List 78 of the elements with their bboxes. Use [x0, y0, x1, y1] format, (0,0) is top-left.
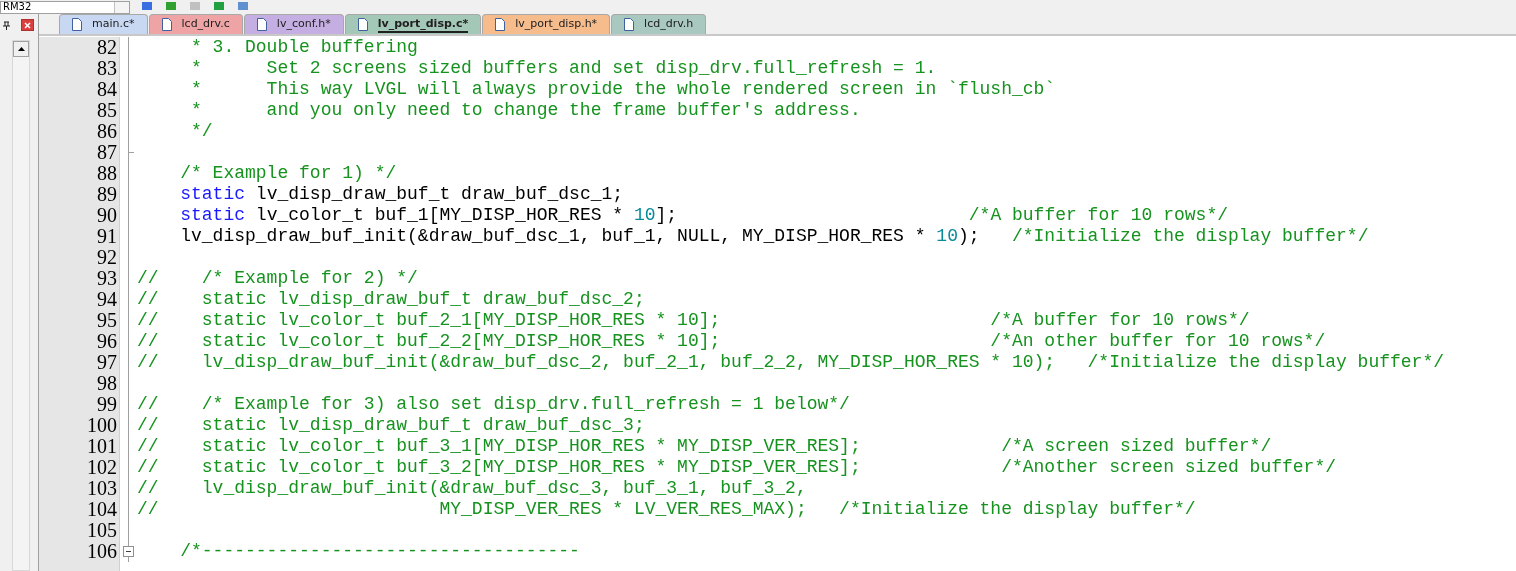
file-tab[interactable]: lv_port_disp.h*	[482, 14, 611, 34]
line-number: 100	[86, 415, 118, 436]
close-button[interactable]	[21, 19, 34, 31]
code-text: lv_disp_draw_buf_t draw_buf_dsc_1;	[254, 184, 624, 204]
up-arrow-icon	[17, 47, 25, 51]
line-number: 98	[96, 373, 118, 394]
code-comment: // /* Example for 3) also set disp_drv.full_refresh = 1 below*/	[137, 394, 850, 414]
line-number: 92	[96, 247, 118, 268]
line-number: 102	[86, 457, 118, 478]
code-comment: // static lv_color_t buf_2_2[MY_DISP_HOR_RES * 10]; /*An other buffer for 10 rows*/	[137, 331, 1326, 351]
file-icon	[495, 18, 506, 31]
line-number: 106	[86, 541, 118, 562]
code-text: );	[957, 226, 981, 246]
line-number: 86	[96, 121, 118, 142]
code-comment: // lv_disp_draw_buf_init(&draw_buf_dsc_2, buf_2_1, buf_2_2, MY_DISP_HOR_RES * 10); /*Initialize the display buffer*/	[137, 352, 1444, 372]
file-icon	[357, 18, 368, 31]
line-number: 90	[96, 205, 118, 226]
file-icon	[256, 18, 267, 31]
file-icon	[72, 18, 82, 31]
line-number: 95	[96, 310, 118, 331]
toolbar-icon[interactable]	[140, 2, 154, 12]
code-comment: /* Example for 1) */	[179, 163, 397, 183]
code-comment: // MY_DISP_VER_RES * LV_VER_RES_MAX); /*Initialize the display buffer*/	[137, 499, 1196, 519]
line-number: 104	[86, 499, 118, 520]
file-tab[interactable]: lcd_drv.c	[148, 14, 243, 34]
code-comment: * Set 2 screens sized buffers and set disp_drv.full_refresh = 1.	[190, 58, 937, 78]
code-comment: // static lv_color_t buf_3_2[MY_DISP_HOR_RES * MY_DISP_VER_RES]; /*Another screen sized buffer*/	[137, 457, 1336, 477]
code-comment: // lv_disp_draw_buf_init(&draw_buf_dsc_3, buf_3_1, buf_3_2,	[137, 478, 807, 498]
line-number: 82	[96, 37, 118, 58]
code-comment: * This way LVGL will always provide the whole rendered screen in `flush_cb`	[190, 79, 1056, 99]
scrollbar[interactable]	[12, 40, 30, 571]
line-number: 93	[96, 268, 118, 289]
code-comment: // static lv_color_t buf_2_1[MY_DISP_HOR_RES * 10]; /*A buffer for 10 rows*/	[137, 310, 1250, 330]
line-number: 88	[96, 163, 118, 184]
line-number: 87	[96, 142, 118, 163]
line-number: 103	[86, 478, 118, 499]
code-keyword: static	[179, 184, 246, 204]
code-comment: /*-----------------------------------	[179, 541, 580, 561]
code-comment: /*A buffer for 10 rows*/	[968, 205, 1229, 225]
line-number: 85	[96, 100, 118, 121]
line-number: 83	[96, 58, 118, 79]
file-tab[interactable]: lcd_drv.h	[611, 14, 707, 34]
line-number: 97	[96, 352, 118, 373]
line-number: 105	[86, 520, 118, 541]
file-icon	[161, 18, 172, 31]
code-number: 10	[936, 226, 958, 246]
code-text: lv_color_t buf_1[MY_DISP_HOR_RES *	[254, 205, 625, 225]
code-comment: * 3. Double buffering	[190, 37, 418, 57]
file-tab[interactable]: main.c*	[59, 14, 148, 34]
code-comment: // static lv_color_t buf_3_1[MY_DISP_HOR_RES * MY_DISP_VER_RES]; /*A screen sized buffer*/	[137, 436, 1272, 456]
pin-icon[interactable]	[2, 20, 11, 30]
file-icon	[624, 18, 635, 31]
toolbar-icon[interactable]	[236, 2, 250, 12]
line-number: 89	[96, 184, 118, 205]
code-comment: /*Initialize the display buffer*/	[1011, 226, 1369, 246]
scroll-up-button[interactable]	[13, 41, 29, 57]
line-number: 84	[96, 79, 118, 100]
line-number: 94	[96, 289, 118, 310]
file-tab[interactable]: lv_port_disp.c*	[344, 14, 482, 34]
code-comment: */	[190, 121, 213, 141]
toolbar-icon[interactable]	[164, 2, 178, 12]
code-keyword: static	[179, 205, 246, 225]
line-number: 91	[96, 226, 118, 247]
line-number: 101	[86, 436, 118, 457]
file-tab[interactable]: lv_conf.h*	[243, 14, 344, 34]
code-text: ];	[655, 205, 679, 225]
target-select[interactable]: RM32	[0, 0, 130, 14]
code-comment: // /* Example for 2) */	[137, 268, 418, 288]
close-icon	[24, 21, 31, 29]
line-number: 99	[96, 394, 118, 415]
code-number: 10	[633, 205, 656, 225]
toolbar-icon[interactable]	[212, 2, 226, 12]
line-number: 96	[96, 331, 118, 352]
code-comment: // static lv_disp_draw_buf_t draw_buf_dsc_2;	[137, 289, 645, 309]
code-text: lv_disp_draw_buf_init(&draw_buf_dsc_1, buf_1, NULL, MY_DISP_HOR_RES *	[179, 226, 927, 246]
code-comment: * and you only need to change the frame buffer's address.	[190, 100, 861, 120]
collapse-toggle[interactable]	[123, 546, 134, 557]
code-comment: // static lv_disp_draw_buf_t draw_buf_dsc_3;	[137, 415, 645, 435]
